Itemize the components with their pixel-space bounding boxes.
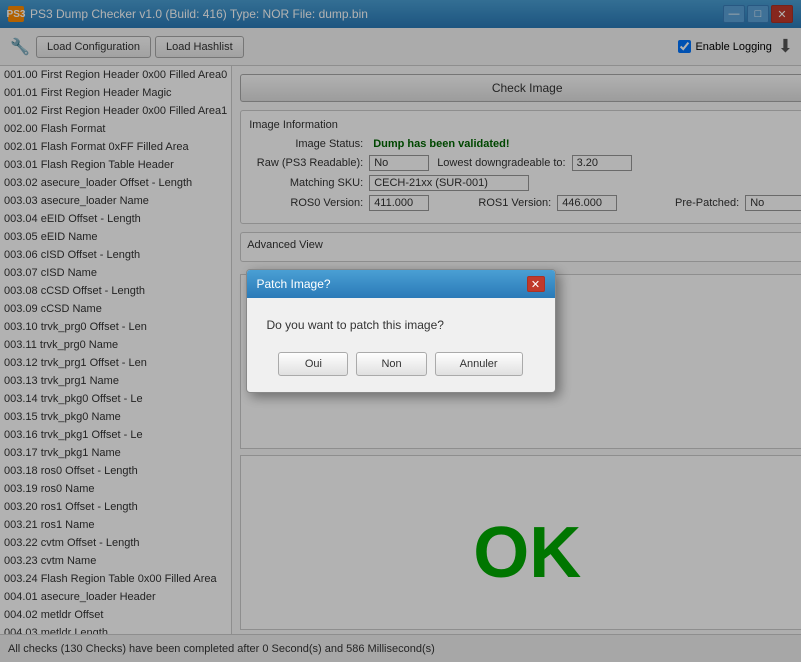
non-button[interactable]: Non (356, 352, 426, 376)
modal-buttons: Oui Non Annuler (267, 352, 535, 376)
modal-title: Patch Image? (257, 277, 331, 291)
oui-button[interactable]: Oui (278, 352, 348, 376)
modal-overlay: Patch Image? ✕ Do you want to patch this… (0, 0, 801, 662)
modal-content: Do you want to patch this image? Oui Non… (247, 298, 555, 392)
modal-title-bar: Patch Image? ✕ (247, 270, 555, 298)
annuler-button[interactable]: Annuler (435, 352, 523, 376)
modal-message: Do you want to patch this image? (267, 318, 535, 332)
modal-close-button[interactable]: ✕ (527, 276, 545, 292)
patch-image-modal: Patch Image? ✕ Do you want to patch this… (246, 269, 556, 393)
